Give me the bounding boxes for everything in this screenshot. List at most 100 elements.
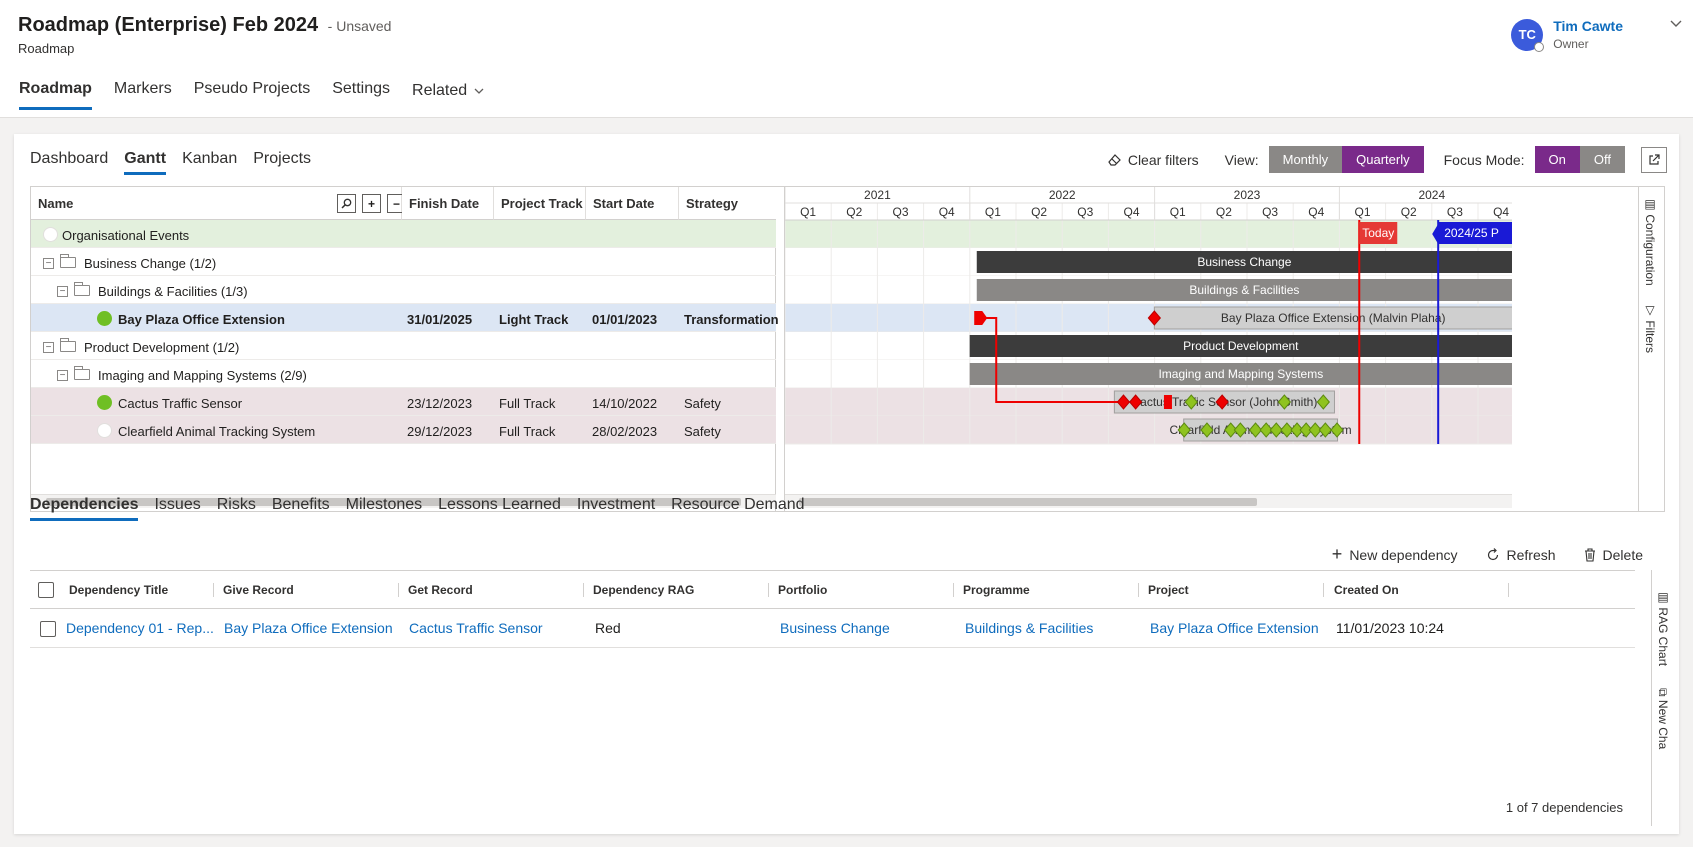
owner-name-link[interactable]: Tim Cawte xyxy=(1553,18,1623,34)
column-header-start-date[interactable]: Start Date xyxy=(586,187,679,220)
collapse-toggle[interactable]: − xyxy=(43,258,54,269)
chevron-down-icon xyxy=(474,88,484,94)
column-divider[interactable] xyxy=(583,583,584,597)
column-header-project-track[interactable]: Project Track xyxy=(494,187,586,220)
filters-panel-button[interactable]: ▽ Filters xyxy=(1643,303,1657,353)
trash-icon xyxy=(1584,547,1595,562)
column-header-portfolio[interactable]: Portfolio xyxy=(778,583,827,597)
quarter-label: Q3 xyxy=(892,205,908,219)
table-row[interactable]: Clearfield Animal Tracking System 29/12/2… xyxy=(31,416,776,444)
tab-milestones[interactable]: Milestones xyxy=(346,496,422,521)
table-row[interactable]: Dependency 01 - Rep... Bay Plaza Office … xyxy=(30,609,1635,648)
search-button[interactable] xyxy=(337,194,356,213)
tab-dashboard[interactable]: Dashboard xyxy=(30,150,108,175)
portfolio-link[interactable]: Business Change xyxy=(780,620,890,636)
tab-dependencies[interactable]: Dependencies xyxy=(30,496,139,521)
search-icon xyxy=(341,198,352,209)
timeline-scrollbar[interactable] xyxy=(785,494,1512,508)
new-dependency-button[interactable]: + New dependency xyxy=(1332,544,1458,565)
quarter-label: Q3 xyxy=(1262,205,1278,219)
focus-on-button[interactable]: On xyxy=(1534,146,1580,173)
select-all-checkbox[interactable] xyxy=(38,582,54,598)
table-row[interactable]: − Product Development (1/2) xyxy=(31,332,776,360)
column-divider[interactable] xyxy=(953,583,954,597)
collapse-toggle[interactable]: − xyxy=(57,286,68,297)
column-divider[interactable] xyxy=(1323,583,1324,597)
dependencies-table: Dependency Title Give Record Get Record … xyxy=(30,570,1635,826)
table-row[interactable]: Cactus Traffic Sensor 23/12/2023 Full Trac… xyxy=(31,388,776,416)
task-name[interactable]: Clearfield Animal Tracking System xyxy=(118,424,315,439)
row-checkbox[interactable] xyxy=(40,621,56,637)
column-header-give-record[interactable]: Give Record xyxy=(223,583,294,597)
scroll-thumb[interactable] xyxy=(799,498,1257,506)
tab-investment[interactable]: Investment xyxy=(577,496,655,521)
column-header-get-record[interactable]: Get Record xyxy=(408,583,473,597)
table-row[interactable]: Bay Plaza Office Extension 31/01/2025 Ligh… xyxy=(31,304,779,332)
column-divider[interactable] xyxy=(1138,583,1139,597)
column-header-project[interactable]: Project xyxy=(1148,583,1189,597)
tab-benefits[interactable]: Benefits xyxy=(272,496,330,521)
dependency-end-marker[interactable] xyxy=(1163,395,1172,409)
column-header-dependency-title[interactable]: Dependency Title xyxy=(69,583,168,597)
column-divider[interactable] xyxy=(398,583,399,597)
entity-type-label: Roadmap xyxy=(18,41,75,56)
view-monthly-button[interactable]: Monthly xyxy=(1268,146,1343,173)
column-divider[interactable] xyxy=(768,583,769,597)
column-divider[interactable] xyxy=(1508,583,1509,597)
tab-issues[interactable]: Issues xyxy=(154,496,200,521)
column-header-strategy[interactable]: Strategy xyxy=(679,187,776,220)
popout-button[interactable] xyxy=(1641,146,1667,173)
column-header-finish-date[interactable]: Finish Date xyxy=(402,187,494,220)
configuration-panel-button[interactable]: ▤ Configuration xyxy=(1643,197,1657,286)
user-card[interactable]: TC Tim Cawte Owner xyxy=(1511,18,1623,52)
tab-roadmap[interactable]: Roadmap xyxy=(19,80,92,110)
column-header-programme[interactable]: Programme xyxy=(963,583,1030,597)
dependency-rag-value: Red xyxy=(595,620,621,636)
tab-settings[interactable]: Settings xyxy=(332,80,390,110)
tab-risks[interactable]: Risks xyxy=(217,496,256,521)
expand-all-button[interactable]: + xyxy=(362,194,381,213)
tab-resource-demand[interactable]: Resource Demand xyxy=(671,496,804,521)
quarter-label: Q2 xyxy=(1216,205,1232,219)
avatar[interactable]: TC xyxy=(1511,18,1545,52)
task-name[interactable]: Bay Plaza Office Extension xyxy=(118,312,285,327)
column-header-dependency-rag[interactable]: Dependency RAG xyxy=(593,583,694,597)
collapse-toggle[interactable]: − xyxy=(57,370,68,381)
column-header-created-on[interactable]: Created On xyxy=(1334,583,1399,597)
page-title: Roadmap (Enterprise) Feb 2024 - Unsaved xyxy=(18,14,391,37)
new-chart-panel-button[interactable]: ⧉ New Cha xyxy=(1656,688,1670,749)
clear-filters-button[interactable]: Clear filters xyxy=(1107,152,1199,168)
table-row[interactable]: − Business Change (1/2) xyxy=(31,248,776,276)
year-label: 2023 xyxy=(1234,188,1261,202)
tab-related[interactable]: Related xyxy=(412,80,485,110)
task-list-pane: Name + − Finish Date Project Track Start… xyxy=(31,187,779,511)
gantt-bar-label: Bay Plaza Office Extension (Malvin Plaha… xyxy=(1221,311,1446,325)
unsaved-indicator: - Unsaved xyxy=(327,18,392,34)
column-divider[interactable] xyxy=(213,583,214,597)
rag-chart-panel-button[interactable]: ▤ RAG Chart xyxy=(1656,590,1670,666)
tab-projects[interactable]: Projects xyxy=(253,150,311,175)
get-record-link[interactable]: Cactus Traffic Sensor xyxy=(409,620,543,636)
delete-button[interactable]: Delete xyxy=(1584,544,1643,565)
collapse-toggle[interactable]: − xyxy=(43,342,54,353)
chevron-down-icon[interactable] xyxy=(1669,16,1683,33)
give-record-link[interactable]: Bay Plaza Office Extension xyxy=(224,620,393,636)
tab-pseudo-projects[interactable]: Pseudo Projects xyxy=(194,80,311,110)
focus-off-button[interactable]: Off xyxy=(1579,146,1625,173)
task-name[interactable]: Cactus Traffic Sensor xyxy=(118,396,242,411)
refresh-button[interactable]: Refresh xyxy=(1486,544,1556,565)
table-row[interactable]: − Imaging and Mapping Systems (2/9) xyxy=(31,360,776,388)
table-row[interactable]: − Buildings & Facilities (1/3) xyxy=(31,276,776,304)
tab-markers[interactable]: Markers xyxy=(114,80,172,110)
tab-gantt[interactable]: Gantt xyxy=(124,150,167,175)
tab-kanban[interactable]: Kanban xyxy=(182,150,237,175)
form-tabs: Roadmap Markers Pseudo Projects Settings… xyxy=(19,80,485,110)
dependency-title-link[interactable]: Dependency 01 - Rep... xyxy=(66,620,214,636)
year-label: 2022 xyxy=(1049,188,1076,202)
project-link[interactable]: Bay Plaza Office Extension xyxy=(1150,620,1319,636)
table-row[interactable]: Organisational Events xyxy=(31,220,776,248)
programme-link[interactable]: Buildings & Facilities xyxy=(965,620,1093,636)
view-quarterly-button[interactable]: Quarterly xyxy=(1342,146,1424,173)
quarter-label: Q4 xyxy=(1493,205,1509,219)
tab-lessons-learned[interactable]: Lessons Learned xyxy=(438,496,561,521)
